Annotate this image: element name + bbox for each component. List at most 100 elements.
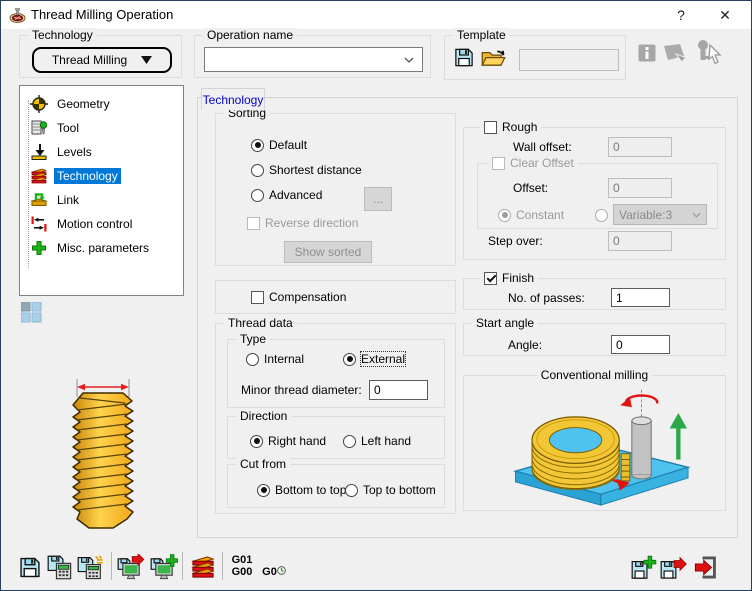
save-plus-icon xyxy=(631,555,657,579)
sidebar-item-link[interactable]: Link xyxy=(20,188,183,212)
save-icon xyxy=(20,557,40,577)
technology-page-button[interactable] xyxy=(190,553,216,581)
show-sorted-button[interactable]: Show sorted xyxy=(284,241,372,263)
toolbar-separator xyxy=(182,552,183,580)
motion-control-icon xyxy=(31,216,47,232)
start-angle-group: Start angle xyxy=(463,316,726,356)
type-group-label: Type xyxy=(236,332,271,346)
radio-icon xyxy=(343,434,356,448)
window-title: Thread Milling Operation xyxy=(31,7,174,22)
thread-data-group-label: Thread data xyxy=(224,316,297,330)
radio-icon xyxy=(250,434,263,448)
technology-dropdown[interactable]: Thread Milling xyxy=(32,47,172,73)
save-template-icon[interactable] xyxy=(454,47,474,68)
save-button[interactable] xyxy=(19,553,41,581)
radio-icon xyxy=(343,352,356,366)
technology-icon xyxy=(30,168,48,184)
sidebar-item-tool[interactable]: Tool xyxy=(20,116,183,140)
help-button[interactable]: ? xyxy=(661,1,701,29)
radio-icon xyxy=(345,483,358,497)
operation-name-group: Operation name xyxy=(194,28,431,78)
offset-field[interactable] xyxy=(608,178,672,198)
technology-group: Technology Thread Milling xyxy=(19,28,182,78)
key-pick-icon[interactable] xyxy=(693,39,723,67)
cut-top-to-bottom-radio[interactable]: Top to bottom xyxy=(345,482,436,498)
wall-offset-field[interactable] xyxy=(608,137,672,157)
template-group-label: Template xyxy=(453,28,510,42)
close-button[interactable]: ✕ xyxy=(705,1,745,29)
clear-offset-checkbox[interactable]: Clear Offset xyxy=(488,156,578,170)
minor-diameter-arrow xyxy=(77,383,129,391)
sidebar-item-misc-parameters[interactable]: Misc. parameters xyxy=(20,236,183,260)
gcode-g01-g00[interactable]: G01 G00 xyxy=(229,554,255,578)
sidebar-item-motion-control[interactable]: Motion control xyxy=(20,212,183,236)
minor-diameter-field[interactable] xyxy=(369,380,428,400)
save-exit-machine-button[interactable] xyxy=(117,553,145,581)
open-template-icon[interactable] xyxy=(481,46,506,68)
chevron-down-icon xyxy=(692,212,701,218)
type-internal-radio[interactable]: Internal xyxy=(246,351,304,367)
technology-group-label: Technology xyxy=(28,28,97,42)
type-external-radio[interactable]: External xyxy=(343,351,407,367)
levels-icon xyxy=(31,144,47,160)
template-name-field[interactable] xyxy=(519,49,619,71)
angle-field[interactable] xyxy=(611,335,670,354)
tab-technology[interactable]: Technology xyxy=(201,88,265,110)
technology-value: Thread Milling xyxy=(51,53,128,67)
sorting-shortest-radio[interactable]: Shortest distance xyxy=(251,162,362,178)
sidebar-item-technology[interactable]: Technology xyxy=(20,164,183,188)
save-exit-button[interactable] xyxy=(660,553,687,581)
tool-icon xyxy=(31,120,48,135)
sorting-advanced-radio[interactable]: Advanced xyxy=(251,187,322,203)
passes-field[interactable] xyxy=(611,288,670,307)
wall-offset-label: Wall offset: xyxy=(513,140,572,154)
save-monitor-plus-icon xyxy=(150,554,178,580)
app-icon xyxy=(9,8,26,23)
direction-left-radio[interactable]: Left hand xyxy=(343,433,411,449)
save-arrow-icon xyxy=(660,556,687,579)
info-icon[interactable] xyxy=(638,44,656,62)
sidebar-item-levels[interactable]: Levels xyxy=(20,140,183,164)
save-calculate-icon xyxy=(47,555,72,579)
cut-bottom-to-top-radio[interactable]: Bottom to top xyxy=(257,482,346,498)
conventional-milling-label: Conventional milling xyxy=(536,368,653,382)
direction-right-radio[interactable]: Right hand xyxy=(250,433,326,449)
constant-radio[interactable]: Constant xyxy=(498,207,564,223)
technology-layers-icon xyxy=(191,556,215,578)
step-over-field[interactable] xyxy=(608,231,672,251)
link-icon xyxy=(30,193,48,206)
checkbox-icon xyxy=(251,290,264,304)
rough-checkbox[interactable]: Rough xyxy=(480,120,542,134)
radio-icon xyxy=(251,163,264,177)
checkbox-icon xyxy=(247,216,260,230)
checkbox-icon xyxy=(484,271,497,285)
compensation-checkbox[interactable]: Compensation xyxy=(251,289,346,305)
grid-icon[interactable] xyxy=(21,302,42,323)
sorting-default-radio[interactable]: Default xyxy=(251,137,307,153)
conventional-milling-group: Conventional milling xyxy=(463,368,726,511)
advanced-options-button[interactable]: ... xyxy=(364,187,392,211)
reverse-direction-checkbox[interactable]: Reverse direction xyxy=(247,215,358,231)
operation-name-group-label: Operation name xyxy=(203,28,298,42)
variable-dropdown[interactable]: Variable:3 xyxy=(613,204,707,225)
save-calculate-simulate-button[interactable] xyxy=(77,553,105,581)
sidebar-item-geometry[interactable]: Geometry xyxy=(20,92,183,116)
save-copy-button[interactable] xyxy=(631,553,657,581)
operation-name-combobox[interactable] xyxy=(204,47,423,72)
radio-icon xyxy=(251,138,264,152)
title-bar: Thread Milling Operation ? ✕ xyxy=(1,1,751,29)
variable-radio[interactable] xyxy=(595,207,608,223)
chevron-down-icon xyxy=(404,57,414,63)
template-group: Template xyxy=(444,28,626,80)
offset-label: Offset: xyxy=(513,181,549,195)
gcode-g0-g00[interactable]: G0 G00 xyxy=(259,554,289,590)
exit-door-icon xyxy=(694,556,716,578)
exit-button[interactable] xyxy=(693,553,718,581)
radio-icon xyxy=(595,208,608,222)
save-calculate-button[interactable] xyxy=(47,553,73,581)
save-add-machine-button[interactable] xyxy=(150,553,178,581)
finish-checkbox[interactable]: Finish xyxy=(480,271,539,285)
parameter-tree: Geometry Tool Levels Technology Link Mot… xyxy=(19,85,184,296)
copy-operation-icon[interactable] xyxy=(662,42,690,66)
conventional-milling-image xyxy=(512,389,691,506)
